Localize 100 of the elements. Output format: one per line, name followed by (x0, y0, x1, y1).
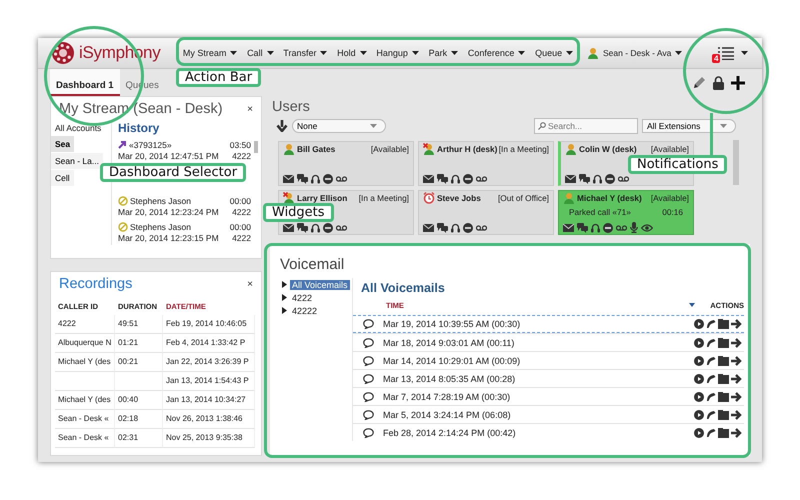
voicemail-icon[interactable] (616, 224, 627, 230)
menu-button[interactable]: Park (426, 46, 462, 60)
do-not-disturb-icon[interactable] (323, 223, 333, 233)
pencil-icon[interactable] (693, 76, 706, 89)
play-icon[interactable] (694, 356, 704, 366)
folder-icon[interactable] (718, 356, 729, 366)
play-icon[interactable] (694, 392, 704, 402)
do-not-disturb-icon[interactable] (463, 174, 473, 184)
arrow-right-icon[interactable] (731, 410, 742, 420)
headset-icon[interactable] (593, 174, 602, 184)
message-icon[interactable] (362, 374, 374, 384)
message-icon[interactable] (362, 338, 374, 348)
arrow-right-icon[interactable] (731, 374, 742, 384)
folder-icon[interactable] (718, 319, 729, 329)
chat-icon[interactable] (437, 223, 448, 233)
list-icon[interactable] (718, 46, 734, 60)
arrow-right-icon[interactable] (731, 392, 742, 402)
do-not-disturb-icon[interactable] (605, 174, 615, 184)
headset-icon[interactable] (311, 174, 320, 184)
tree-item[interactable]: 4222 (290, 292, 314, 302)
play-icon[interactable] (694, 319, 704, 329)
account-item[interactable]: Sea (51, 136, 74, 152)
menu-button[interactable]: Transfer (280, 46, 330, 60)
caret-icon[interactable] (675, 51, 682, 55)
do-not-disturb-icon[interactable] (323, 174, 333, 184)
download-arrow-icon[interactable] (276, 120, 288, 132)
voicemail-row[interactable]: Mar 14, 2014 10:29:01 AM (00:09) (353, 351, 744, 369)
eye-icon[interactable] (641, 224, 653, 232)
arrow-right-icon[interactable] (731, 319, 742, 329)
envelope-icon[interactable] (283, 224, 294, 232)
account-item[interactable]: Cell (51, 170, 74, 186)
folder-icon[interactable] (718, 338, 729, 348)
caret-icon[interactable] (518, 51, 526, 55)
headset-icon[interactable] (451, 223, 460, 233)
folder-icon[interactable] (718, 392, 729, 402)
play-icon[interactable] (694, 410, 704, 420)
chat-icon[interactable] (437, 174, 448, 184)
headset-icon[interactable] (451, 174, 460, 184)
voicemail-row[interactable]: Mar 7, 2014 7:28:19 AM (00:30) (353, 387, 744, 405)
chat-icon[interactable] (297, 174, 308, 184)
envelope-icon[interactable] (563, 224, 574, 232)
search-field[interactable]: Search... (534, 118, 638, 134)
menu-button[interactable]: Hangup (373, 46, 422, 60)
do-not-disturb-icon[interactable] (603, 222, 613, 232)
message-icon[interactable] (362, 428, 374, 438)
tree-item[interactable]: 42222 (290, 306, 320, 316)
dashboard-tab[interactable]: Dashboard 1 (50, 69, 120, 96)
voicemail-row[interactable]: Feb 28, 2014 2:14:24 PM (00:42) (353, 423, 744, 441)
caret-icon[interactable] (266, 51, 274, 55)
folder-icon[interactable] (718, 410, 729, 420)
voicemail-row[interactable]: Mar 18, 2014 9:03:01 AM (00:11) (353, 333, 744, 351)
voicemail-icon[interactable] (336, 225, 347, 231)
menu-button[interactable]: Call (244, 46, 277, 60)
voicemail-row[interactable]: Mar 13, 2014 8:05:35 AM (00:28) (353, 369, 744, 387)
voicemail-icon[interactable] (336, 176, 347, 182)
caret-icon[interactable] (412, 51, 419, 55)
play-icon[interactable] (694, 338, 704, 348)
voicemail-row[interactable]: Mar 5, 2014 3:24:14 PM (06:08) (353, 405, 744, 423)
menu-button[interactable]: Queue (532, 46, 576, 60)
arrow-right-icon[interactable] (731, 428, 742, 438)
lock-icon[interactable] (713, 76, 724, 90)
headset-icon[interactable] (591, 222, 600, 232)
menu-button[interactable]: Hold (334, 46, 370, 60)
envelope-icon[interactable] (423, 224, 434, 232)
caret-icon[interactable] (230, 51, 238, 55)
message-icon[interactable] (362, 319, 374, 329)
folder-icon[interactable] (718, 428, 729, 438)
arrow-right-icon[interactable] (731, 356, 742, 366)
message-icon[interactable] (362, 392, 374, 402)
caret-icon[interactable] (360, 51, 367, 55)
menu-button[interactable]: Conference (464, 46, 528, 60)
extensions-dropdown[interactable]: All Extensions (642, 119, 736, 133)
do-not-disturb-icon[interactable] (463, 223, 473, 233)
plus-icon[interactable] (731, 76, 745, 90)
folder-icon[interactable] (718, 374, 729, 384)
arrow-right-icon[interactable] (731, 338, 742, 348)
message-icon[interactable] (362, 356, 374, 366)
caret-icon[interactable] (741, 51, 748, 55)
envelope-icon[interactable] (283, 175, 294, 183)
caret-icon[interactable] (320, 51, 328, 55)
caret-icon[interactable] (566, 51, 574, 55)
tree-item[interactable]: All Voicemails (290, 280, 350, 290)
sort-arrow-icon[interactable] (689, 303, 696, 307)
close-button[interactable]: × (247, 278, 253, 290)
microphone-icon[interactable] (630, 222, 638, 233)
chat-icon[interactable] (579, 174, 590, 184)
menu-button[interactable]: My Stream (180, 46, 240, 60)
voicemail-icon[interactable] (476, 225, 487, 231)
envelope-icon[interactable] (423, 175, 434, 183)
voicemail-row[interactable]: Mar 19, 2014 10:39:55 AM (00:30) (353, 315, 744, 333)
envelope-icon[interactable] (565, 175, 576, 183)
headset-icon[interactable] (311, 223, 320, 233)
filter-dropdown[interactable]: None (292, 119, 386, 133)
play-icon[interactable] (694, 428, 704, 438)
close-button[interactable]: × (247, 104, 253, 114)
voicemail-icon[interactable] (618, 176, 629, 182)
chat-icon[interactable] (297, 223, 308, 233)
caret-icon[interactable] (451, 51, 458, 55)
chat-icon[interactable] (577, 222, 588, 232)
play-icon[interactable] (694, 374, 704, 384)
